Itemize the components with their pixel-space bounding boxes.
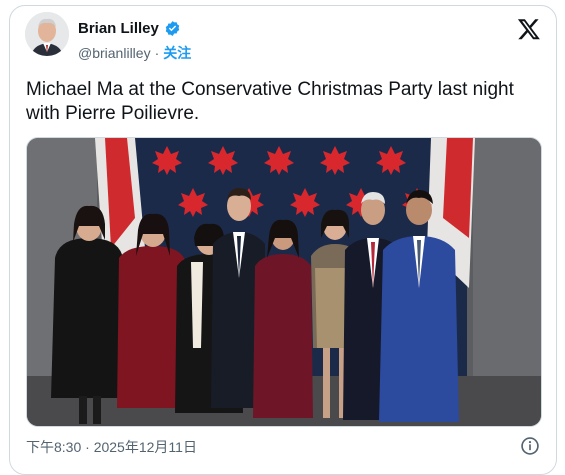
follow-button[interactable]: 关注 [163, 45, 191, 61]
party-photo-image [27, 138, 541, 426]
author-handle[interactable]: @brianlilley [78, 45, 151, 61]
tweet-text: Michael Ma at the Conservative Christmas… [26, 79, 514, 124]
author-name[interactable]: Brian Lilley [78, 20, 181, 37]
author-name-text: Brian Lilley [78, 20, 159, 37]
separator-dot: · [154, 45, 160, 61]
author-avatar[interactable] [25, 12, 69, 56]
tweet-timestamp[interactable]: 下午8:30 · 2025年12月11日 [26, 437, 197, 457]
avatar-photo [25, 12, 69, 56]
info-icon[interactable] [520, 436, 540, 456]
x-logo-icon[interactable] [517, 17, 541, 41]
tweet-photo[interactable] [26, 137, 542, 427]
author-handle-row: @brianlilley · 关注 [78, 43, 191, 63]
verified-badge-icon [165, 21, 180, 36]
